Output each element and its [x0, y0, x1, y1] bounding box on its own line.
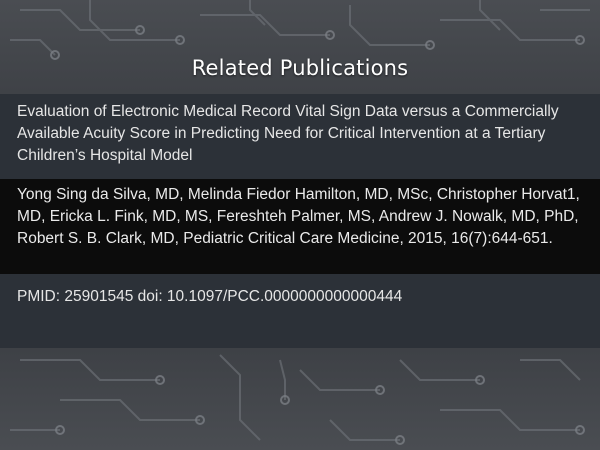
slide-title: Related Publications — [191, 56, 409, 80]
citation-authors: Yong Sing da Silva, MD, Melinda Fiedor H… — [0, 179, 600, 274]
pmid-doi: PMID: 25901545 doi: 10.1097/PCC.00000000… — [0, 274, 600, 348]
article-title: Evaluation of Electronic Medical Record … — [0, 94, 600, 179]
slide: Related Publications Evaluation of Elect… — [0, 0, 600, 450]
